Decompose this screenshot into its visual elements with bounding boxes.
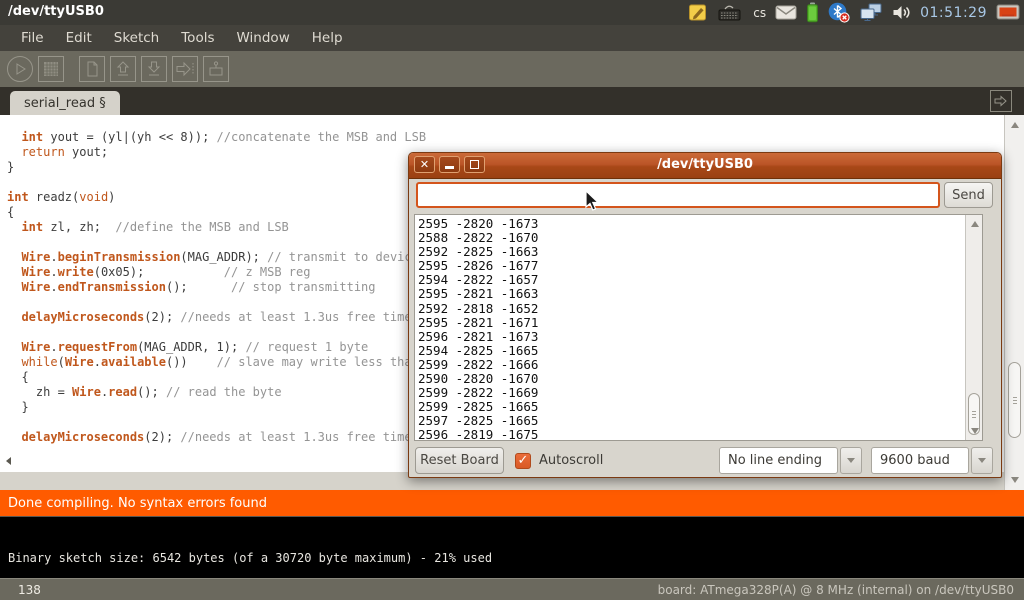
scroll-up-icon[interactable] xyxy=(1011,122,1019,128)
serial-data-row: 2588 -2822 -1670 xyxy=(418,231,982,245)
serial-controls: Reset Board ✓ Autoscroll No line ending … xyxy=(409,445,1001,477)
scroll-down-icon[interactable] xyxy=(1011,477,1019,483)
chevron-down-icon xyxy=(847,458,855,463)
editor-scrollbar[interactable] xyxy=(1004,115,1024,490)
console: Binary sketch size: 6542 bytes (of a 307… xyxy=(0,516,1024,578)
serial-output-scrollbar[interactable] xyxy=(965,215,982,440)
chevron-down-icon xyxy=(978,458,986,463)
status-bar: Done compiling. No syntax errors found xyxy=(0,490,1024,516)
serial-data-row: 2595 -2820 -1673 xyxy=(418,217,982,231)
serial-data-row: 2595 -2821 -1671 xyxy=(418,316,982,330)
tab-bar: serial_read § xyxy=(0,87,1024,115)
save-button[interactable] xyxy=(141,56,167,82)
serial-monitor-title: /dev/ttyUSB0 xyxy=(409,157,1001,172)
serial-monitor-button[interactable] xyxy=(203,56,229,82)
status-message: Done compiling. No syntax errors found xyxy=(8,496,267,511)
menu-bar-items: FileEditSketchToolsWindowHelp xyxy=(0,25,1024,51)
stop-button[interactable] xyxy=(38,56,64,82)
serial-data-row: 2599 -2822 -1666 xyxy=(418,358,982,372)
line-ending-dropdown-button[interactable] xyxy=(840,447,862,474)
serial-output[interactable]: 2595 -2820 -16732588 -2822 -16702592 -28… xyxy=(414,214,983,441)
baud-rate-select[interactable]: 9600 baud xyxy=(871,447,969,474)
menu-item-file[interactable]: File xyxy=(10,30,55,46)
reset-board-button[interactable]: Reset Board xyxy=(415,447,504,474)
line-number: 138 xyxy=(18,583,41,597)
mouse-cursor xyxy=(585,190,601,216)
serial-data-row: 2595 -2821 -1663 xyxy=(418,287,982,301)
volume-icon[interactable] xyxy=(892,4,911,21)
serial-data-row: 2596 -2819 -1675 xyxy=(418,428,982,441)
toolbar-buttons xyxy=(0,51,1024,87)
upload-button[interactable] xyxy=(172,56,198,82)
serial-monitor-titlebar[interactable]: ✕ /dev/ttyUSB0 xyxy=(409,153,1001,179)
top-panel: /dev/ttyUSB0 cs 01:51:29 xyxy=(0,0,1024,25)
send-row: Send xyxy=(409,178,1001,211)
keyboard-layout-label[interactable]: cs xyxy=(753,6,766,20)
line-ending-select[interactable]: No line ending xyxy=(719,447,838,474)
serial-data-row: 2590 -2820 -1670 xyxy=(418,372,982,386)
verify-button[interactable] xyxy=(7,56,33,82)
window-title: /dev/ttyUSB0 xyxy=(8,4,104,19)
menu-item-tools[interactable]: Tools xyxy=(170,30,225,46)
footer-bar: 138 board: ATmega328P(A) @ 8 MHz (intern… xyxy=(0,578,1024,600)
serial-input[interactable] xyxy=(416,182,940,208)
serial-data-row: 2592 -2825 -1663 xyxy=(418,245,982,259)
serial-data-row: 2592 -2818 -1652 xyxy=(418,302,982,316)
tab-menu-button[interactable] xyxy=(990,90,1012,112)
menu-item-help[interactable]: Help xyxy=(301,30,354,46)
editor-scrollbar-thumb[interactable] xyxy=(1008,362,1021,438)
hscroll-left-arrow-icon[interactable] xyxy=(6,457,11,465)
serial-data-row: 2597 -2825 -1665 xyxy=(418,414,982,428)
autoscroll-checkbox[interactable]: ✓ xyxy=(515,453,531,469)
serial-data-row: 2599 -2822 -1669 xyxy=(418,386,982,400)
note-icon[interactable] xyxy=(688,2,709,23)
network-icon[interactable] xyxy=(859,3,883,22)
mail-icon[interactable] xyxy=(775,5,797,20)
menu-item-sketch[interactable]: Sketch xyxy=(103,30,170,46)
serial-data-row: 2594 -2822 -1657 xyxy=(418,273,982,287)
check-icon: ✓ xyxy=(518,454,529,467)
board-info: board: ATmega328P(A) @ 8 MHz (internal) … xyxy=(658,583,1014,597)
code-line: int yout = (yl|(yh << 8)); //concatenate… xyxy=(7,130,1004,145)
battery-icon[interactable] xyxy=(806,2,819,23)
new-sketch-button[interactable] xyxy=(79,56,105,82)
desktop: /dev/ttyUSB0 cs 01:51:29 FileEditSketchT… xyxy=(0,0,1024,600)
scroll-down-icon[interactable] xyxy=(971,428,979,434)
system-tray: cs 01:51:29 xyxy=(688,0,1020,25)
session-icon[interactable] xyxy=(996,4,1020,21)
bluetooth-icon[interactable] xyxy=(828,2,850,23)
serial-monitor-window: ✕ /dev/ttyUSB0 Send 2595 -2820 -16732588… xyxy=(408,152,1002,478)
console-output: Binary sketch size: 6542 bytes (of a 307… xyxy=(0,517,1024,565)
send-button[interactable]: Send xyxy=(944,182,993,208)
scroll-up-icon[interactable] xyxy=(971,221,979,227)
serial-data-row: 2599 -2825 -1665 xyxy=(418,400,982,414)
clock[interactable]: 01:51:29 xyxy=(920,5,987,21)
baud-rate-dropdown-button[interactable] xyxy=(971,447,993,474)
serial-rows: 2595 -2820 -16732588 -2822 -16702592 -28… xyxy=(415,215,982,441)
open-button[interactable] xyxy=(110,56,136,82)
autoscroll-label: Autoscroll xyxy=(539,453,603,468)
tab-serial-read[interactable]: serial_read § xyxy=(10,91,120,115)
menu-item-edit[interactable]: Edit xyxy=(55,30,103,46)
menu-item-window[interactable]: Window xyxy=(226,30,301,46)
tab-label: serial_read § xyxy=(24,96,106,111)
serial-data-row: 2596 -2821 -1673 xyxy=(418,330,982,344)
serial-data-row: 2594 -2825 -1665 xyxy=(418,344,982,358)
keyboard-icon[interactable] xyxy=(718,4,742,22)
serial-data-row: 2595 -2826 -1677 xyxy=(418,259,982,273)
